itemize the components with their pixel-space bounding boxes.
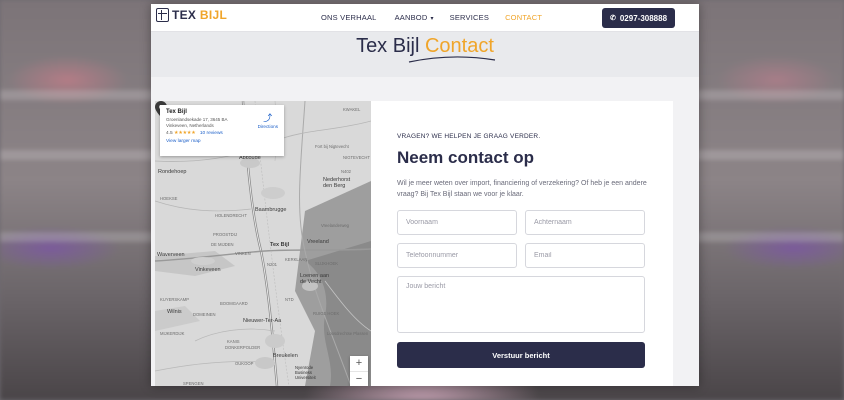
page-title-main: Tex Bijl — [356, 35, 420, 57]
map-label-boomgaard: BOOMGAARD — [220, 301, 248, 306]
map-label-rondehoep: Rondehoep — [158, 169, 187, 175]
page-title-accent: Contact — [424, 35, 494, 57]
map-pin-label: Tex Bijl — [270, 242, 290, 248]
nav-aanbod-label: AANBOD — [394, 13, 428, 22]
zoom-out-button[interactable]: − — [350, 371, 368, 386]
star-rating-icon: ★★★★★ — [174, 131, 196, 136]
map-label-ntd: NTD — [285, 297, 294, 302]
zoom-in-button[interactable]: + — [350, 356, 368, 371]
submit-button[interactable]: Verstuur bericht — [397, 342, 645, 368]
map-card-rating-row: 4.5 ★★★★★ 10 reviews — [166, 131, 278, 136]
map-label-n201: N201 — [267, 262, 278, 267]
logo-icon — [156, 8, 169, 22]
map-label-kanis: KANIS — [227, 339, 240, 344]
logo-text: TEX BIJL — [172, 8, 228, 22]
phone-number: 0297-308888 — [619, 13, 668, 23]
map-label-wilnis: Wilnis — [167, 309, 182, 315]
site-logo[interactable]: TEX BIJL — [156, 8, 227, 22]
map-label-nyenrode: Nyenrode Business Universiteit — [295, 365, 316, 380]
map-card-address: Groenlandsekade 17, 3645 BA Vinkeveen, N… — [166, 117, 228, 128]
map-label-vreelanderweg: Vreelanderweg — [321, 223, 350, 228]
nav-contact[interactable]: CONTACT — [505, 13, 542, 22]
map-label-n402: N402 — [341, 169, 352, 174]
map-label-kuyerskamp: KUYERSKAMP — [160, 297, 190, 302]
form-intro: Wil je meer weten over import, financier… — [397, 180, 647, 198]
message-textarea[interactable] — [397, 276, 645, 333]
map-label-demijden: DE MIJDEN — [211, 242, 234, 247]
website-window: TEX BIJL ONS VERHAAL AANBOD ▾ SERVICES CO… — [151, 4, 699, 386]
map-label-waverveen: Waverveen — [157, 252, 185, 258]
chevron-down-icon: ▾ — [430, 16, 434, 22]
map-zoom-control: + − — [350, 356, 368, 386]
map-label-donkerpolder: DONKERPOLDER — [225, 345, 261, 350]
map-label-proostdij: PROOSTDIJ — [213, 232, 237, 237]
phone-input[interactable] — [397, 243, 517, 268]
form-title: Neem contact op — [397, 148, 534, 167]
map-label-nieuwer: Nieuwer-Ter-Aa — [243, 318, 282, 324]
map-label-nederhorst: Nederhorst den Berg — [323, 177, 351, 189]
map-label-breukelen: Breukelen — [273, 353, 298, 359]
email-input[interactable] — [525, 243, 645, 268]
nav-services[interactable]: SERVICES — [450, 13, 489, 22]
map-label-ruigehoek: RUIGE HOEK — [313, 311, 340, 316]
directions-button[interactable]: ⤴ Directions — [258, 111, 278, 129]
nav-ons-verhaal[interactable]: ONS VERHAAL — [321, 13, 377, 22]
map-card-rating: 4.5 — [166, 131, 173, 136]
map-label-nigtevecht: NIGTEVECHT — [343, 155, 370, 160]
map-label-baambrugge: Baambrugge — [255, 207, 287, 213]
nav-aanbod[interactable]: AANBOD ▾ — [395, 13, 434, 22]
map-label-loenen: Loenen aan de Vecht — [300, 273, 330, 285]
map-label-slijkhoek: SLIJKHOEK — [315, 261, 339, 266]
view-larger-map-link[interactable]: View larger map — [166, 139, 278, 144]
map-label-mijkerdijk: MIJKERDIJK — [160, 331, 185, 336]
directions-label: Directions — [257, 124, 278, 129]
title-underline-swoosh — [408, 56, 496, 63]
map-label-spengen: SPENGEN — [183, 381, 204, 386]
site-header: TEX BIJL ONS VERHAAL AANBOD ▾ SERVICES CO… — [151, 4, 699, 32]
map-label-loosdrechtse: Loosdrechtse Plassen — [327, 331, 369, 336]
directions-icon: ⤴ — [263, 113, 273, 123]
map-label-holendrecht: HOLENDRECHT — [215, 213, 247, 218]
form-eyebrow: VRAGEN? WE HELPEN JE GRAAG VERDER. — [397, 133, 541, 140]
lastname-input[interactable] — [525, 210, 645, 235]
map-label-hoekse: HOEKSE — [160, 196, 178, 201]
map-card-reviews[interactable]: 10 reviews — [200, 131, 223, 136]
map-label-vreeland: Vreeland — [307, 239, 329, 245]
map-label-kerklaan: KERKLAAN — [285, 257, 308, 262]
phone-button[interactable]: ✆ 0297-308888 — [602, 8, 675, 28]
firstname-input[interactable] — [397, 210, 517, 235]
map-info-card: Tex Bijl Groenlandsekade 17, 3645 BA Vin… — [160, 105, 284, 156]
phone-icon: ✆ — [609, 15, 616, 22]
map-label-kwakel: KWAKEL — [343, 107, 361, 112]
map-label-vinken: VINKEN — [235, 251, 251, 256]
map-label-fort: Fort bij Nigtevecht — [315, 144, 349, 149]
map-label-vinkeveen: Vinkeveen — [195, 267, 221, 273]
google-map[interactable]: Abcoude Baambrugge Vinkeveen Waverveen V… — [155, 101, 371, 386]
map-label-domeinen: DOMEINEN — [193, 312, 216, 317]
map-label-oukoop: OUKOOP — [235, 361, 254, 366]
main-nav: ONS VERHAAL AANBOD ▾ SERVICES CONTACT — [321, 13, 542, 22]
